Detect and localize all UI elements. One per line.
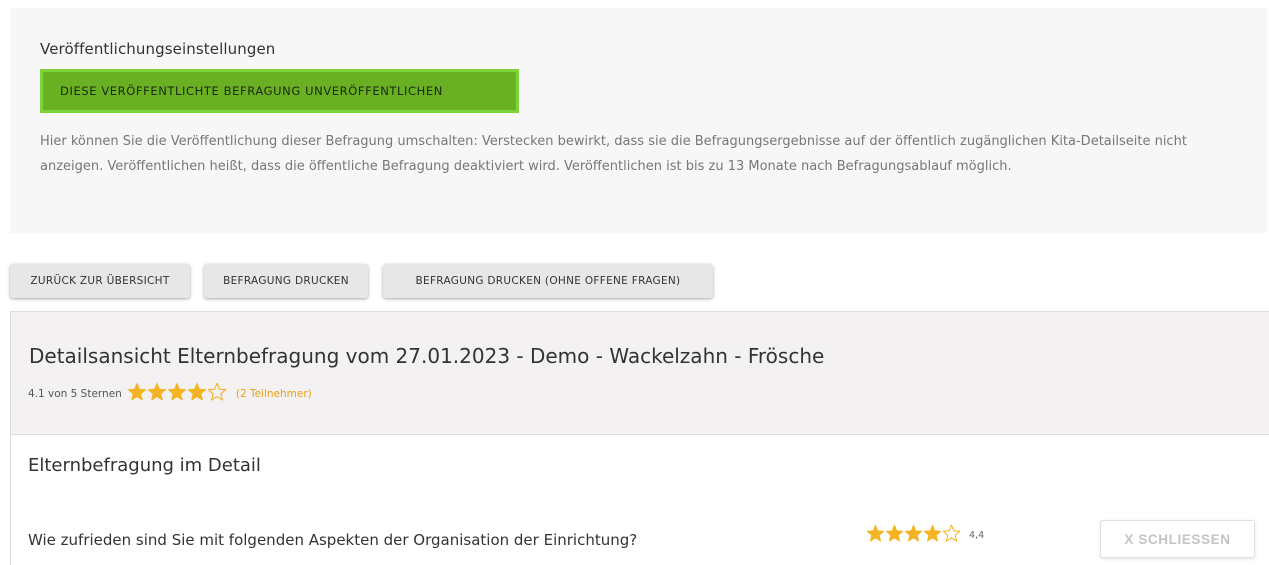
star-empty-icon [207, 382, 227, 406]
overall-rating: 4.1 von 5 Sternen (2 Teilnehmer) [28, 382, 312, 406]
publication-settings-panel: Veröffentlichungseinstellungen DIESE VER… [10, 8, 1267, 233]
participants-link[interactable]: (2 Teilnehmer) [236, 388, 312, 400]
survey-detail-header: Detailsansicht Elternbefragung vom 27.01… [10, 311, 1269, 435]
settings-heading: Veröffentlichungseinstellungen [40, 40, 276, 58]
star-filled-icon [167, 382, 187, 406]
page-title: Detailsansicht Elternbefragung vom 27.01… [29, 344, 825, 368]
star-rating [127, 382, 227, 406]
question-text: Wie zufrieden sind Sie mit folgenden Asp… [28, 531, 638, 549]
settings-help-text: Hier können Sie die Veröffentlichung die… [40, 134, 1187, 174]
print-survey-button[interactable]: BEFRAGUNG DRUCKEN [204, 264, 368, 298]
star-filled-icon [923, 524, 942, 547]
star-filled-icon [904, 524, 923, 547]
section-title: Elternbefragung im Detail [28, 455, 261, 476]
star-filled-icon [885, 524, 904, 547]
question-score: 4,4 [969, 530, 985, 541]
star-rating [866, 524, 961, 547]
rating-text: 4.1 von 5 Sternen [28, 388, 122, 400]
close-button[interactable]: X SCHLIESSEN [1100, 520, 1255, 558]
question-rating: 4,4 [866, 524, 984, 547]
star-empty-icon [942, 524, 961, 547]
unpublish-survey-button[interactable]: DIESE VERÖFFENTLICHTE BEFRAGUNG UNVERÖFF… [40, 69, 519, 113]
print-survey-without-open-questions-button[interactable]: BEFRAGUNG DRUCKEN (OHNE OFFENE FRAGEN) [383, 264, 713, 298]
back-to-overview-button[interactable]: ZURÜCK ZUR ÜBERSICHT [10, 264, 190, 298]
star-filled-icon [866, 524, 885, 547]
survey-detail-section: Elternbefragung im Detail Wie zufrieden … [10, 435, 1269, 565]
star-filled-icon [127, 382, 147, 406]
star-filled-icon [187, 382, 207, 406]
star-filled-icon [147, 382, 167, 406]
